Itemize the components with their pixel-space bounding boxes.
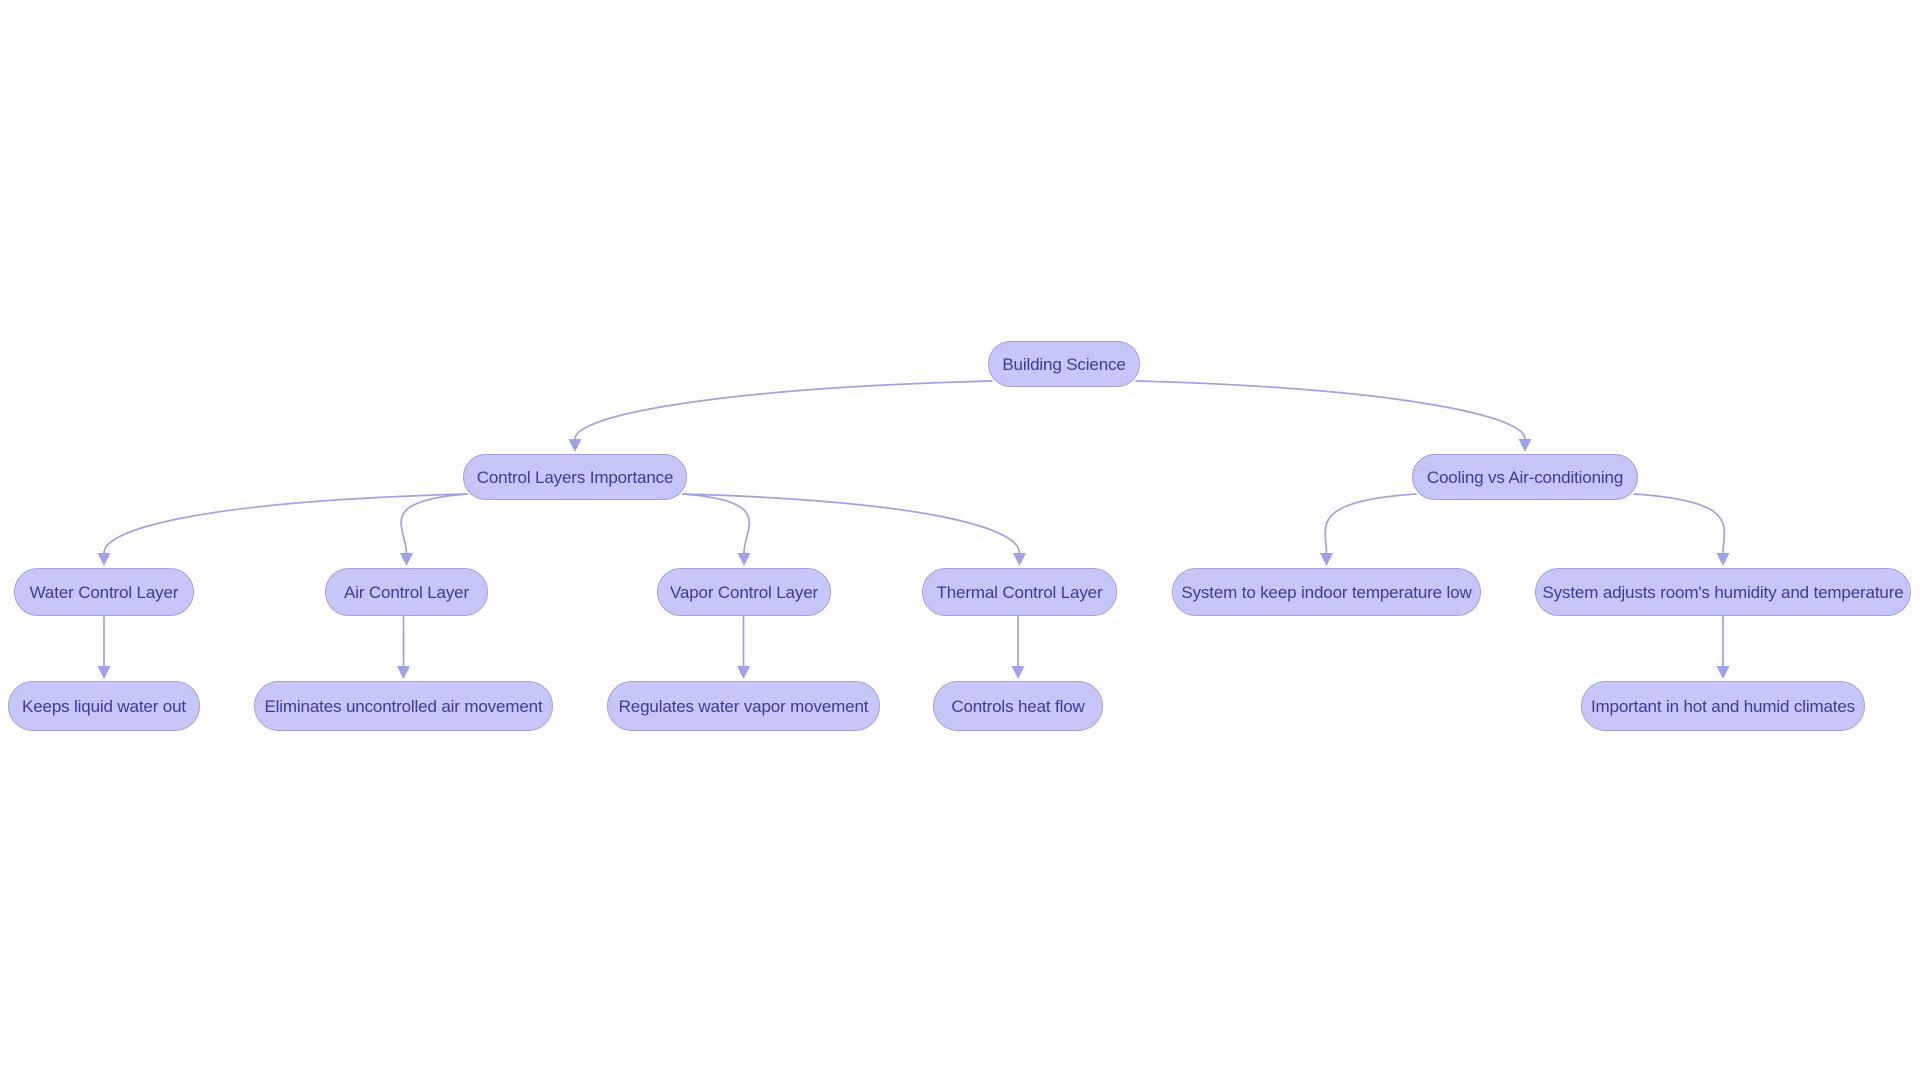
flowchart-edge [103,493,468,554]
flowchart-edge [1633,493,1726,554]
flowchart-node[interactable]: Building Science [988,341,1140,387]
arrowhead-icon [1320,553,1333,566]
arrowhead-icon [737,666,750,679]
flowchart-node[interactable]: Regulates water vapor movement [607,681,880,731]
flowchart-node[interactable]: Controls heat flow [933,681,1103,731]
flowchart-node[interactable]: Important in hot and humid climates [1581,681,1865,731]
node-label: Eliminates uncontrolled air movement [264,696,543,716]
flowchart-canvas: Building Science Control Layers Importanc… [0,0,1920,1080]
arrowhead-icon [1716,666,1730,679]
arrowhead-icon [97,666,111,679]
edge-layer [97,380,1730,679]
arrowhead-icon [1716,553,1730,566]
flowchart-node[interactable]: Water Control Layer [14,568,194,616]
arrowhead-icon [568,439,582,452]
flowchart-node[interactable]: Thermal Control Layer [922,568,1117,616]
arrowhead-icon [1013,553,1026,566]
node-label: Water Control Layer [29,582,179,602]
node-label: Air Control Layer [344,582,469,602]
node-label: System adjusts room's humidity and tempe… [1542,582,1904,602]
flowchart-edge [1135,380,1526,440]
arrowhead-icon [737,553,751,566]
flowchart-node[interactable]: Eliminates uncontrolled air movement [254,681,553,731]
flowchart-edge [574,380,993,440]
arrowhead-icon [97,553,111,566]
node-label: Building Science [1002,354,1126,374]
flowchart-edge [682,493,1021,554]
arrowhead-icon [1011,666,1025,679]
node-label: Important in hot and humid climates [1590,696,1856,716]
flowchart-edge [400,493,468,554]
flowchart-node[interactable]: Air Control Layer [325,568,488,616]
node-label: Thermal Control Layer [936,582,1103,602]
arrowhead-icon [397,666,410,679]
flowchart-node[interactable]: Vapor Control Layer [657,568,831,616]
arrowhead-icon [1518,439,1532,452]
flowchart-node[interactable]: Cooling vs Air-conditioning [1412,454,1638,500]
flowchart-node[interactable]: System to keep indoor temperature low [1172,568,1481,616]
node-label: Vapor Control Layer [669,582,819,602]
node-label: System to keep indoor temperature low [1181,582,1472,602]
flowchart-edge [682,493,751,554]
node-label: Control Layers Importance [476,467,674,487]
flowchart-node[interactable]: Keeps liquid water out [8,681,200,731]
flowchart-node[interactable]: Control Layers Importance [463,454,687,500]
flowchart-edge [1324,493,1417,554]
node-label: Keeps liquid water out [22,696,186,716]
node-label: Cooling vs Air-conditioning [1426,467,1624,487]
arrowhead-icon [400,553,413,566]
flowchart-node[interactable]: System adjusts room's humidity and tempe… [1535,568,1911,616]
node-label: Controls heat flow [951,696,1085,716]
node-label: Regulates water vapor movement [618,696,869,716]
